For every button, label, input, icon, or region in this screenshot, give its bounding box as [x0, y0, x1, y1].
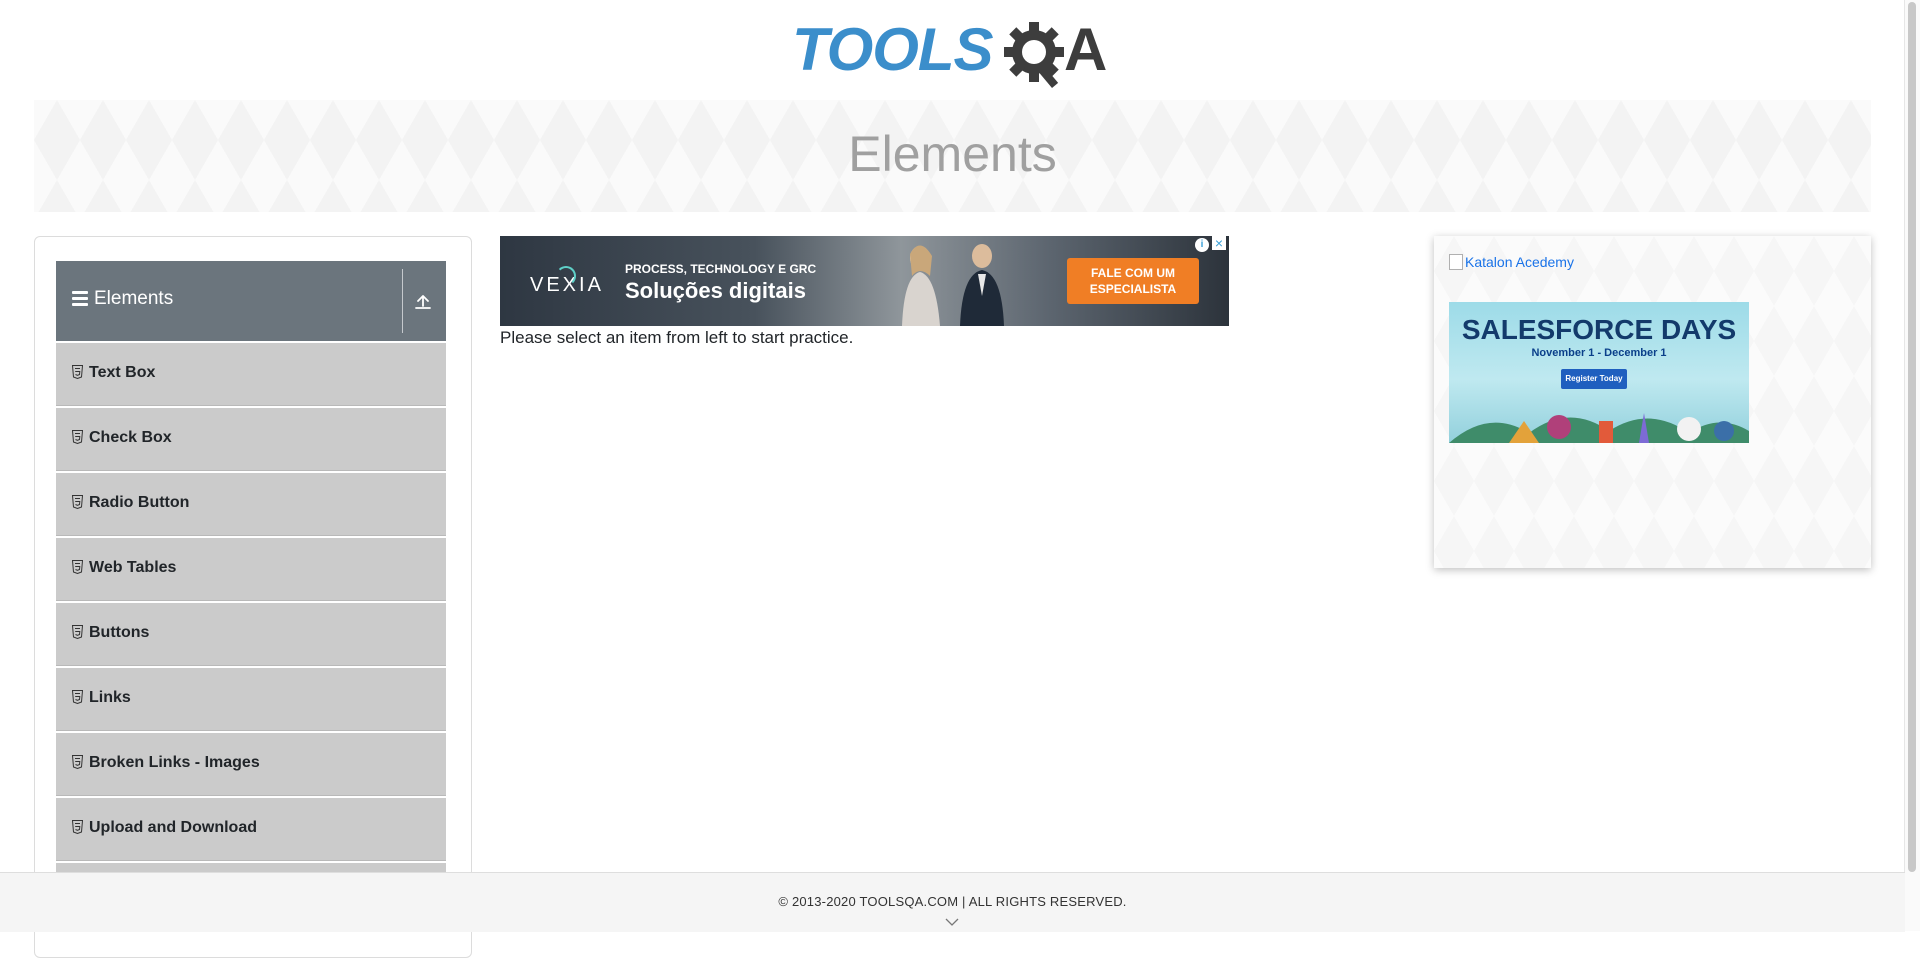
ad-people-image: [902, 244, 1004, 326]
chevron-down-icon[interactable]: [945, 917, 959, 927]
hamburger-icon: [72, 291, 88, 306]
ad-cta-button[interactable]: FALE COM UM ESPECIALISTA: [1067, 258, 1199, 304]
instruction-text: Please select an item from left to start…: [500, 328, 854, 347]
sf-ad-title: SALESFORCE DAYS: [1461, 314, 1737, 345]
logo-letter-a: A: [1064, 16, 1108, 83]
html5-icon: [72, 560, 83, 574]
sidebar-item-text-box[interactable]: Text Box: [56, 343, 446, 406]
sidebar-item-links[interactable]: Links: [56, 668, 446, 731]
katalon-image-alt: Katalon Acedemy: [1465, 254, 1574, 270]
header-divider: [402, 269, 403, 333]
katalon-broken-image-link[interactable]: Katalon Acedemy: [1449, 254, 1574, 270]
html5-icon: [72, 625, 83, 639]
scrollbar-thumb[interactable]: [1908, 2, 1916, 872]
sidebar-item-radio-button[interactable]: Radio Button: [56, 473, 446, 536]
elements-menu: Text Box Check Box Radio Button Web Tabl…: [56, 343, 446, 928]
collapse-up-icon[interactable]: [411, 289, 435, 313]
sf-ad-illustration: [1449, 413, 1749, 443]
salesforce-ad[interactable]: SALESFORCE DAYS November 1 - December 1 …: [1449, 302, 1749, 443]
sidebar-item-label: Text Box: [89, 364, 156, 381]
ad-headline: Soluções digitais: [625, 278, 806, 303]
sidebar-item-label: Buttons: [89, 624, 150, 641]
sf-ad-dates: November 1 - December 1: [1531, 347, 1667, 359]
vexia-ad-banner[interactable]: VEXIA PROCESS, TECHNOLOGY E GRC Soluções…: [500, 236, 1229, 326]
gear-icon: [1004, 22, 1064, 88]
ad-cta-line2: ESPECIALISTA: [1089, 282, 1177, 296]
html5-icon: [72, 820, 83, 834]
vertical-scrollbar[interactable]: [1904, 0, 1920, 931]
logo-text: TOOLS: [792, 16, 994, 83]
sidebar-item-label: Web Tables: [89, 559, 177, 576]
sidebar-item-label: Check Box: [89, 429, 172, 446]
ad-kicker: PROCESS, TECHNOLOGY E GRC: [625, 262, 817, 276]
sidebar-item-label: Upload and Download: [89, 819, 257, 836]
ad-choices-icon[interactable]: i: [1195, 238, 1209, 252]
ad-brand-arc: [556, 266, 576, 286]
close-icon[interactable]: ×: [1212, 236, 1226, 250]
page-footer: © 2013-2020 TOOLSQA.COM | ALL RIGHTS RES…: [0, 872, 1905, 932]
page-banner: Elements: [34, 100, 1871, 212]
sidebar-item-upload-and-download[interactable]: Upload and Download: [56, 798, 446, 861]
sidebar-item-web-tables[interactable]: Web Tables: [56, 538, 446, 601]
sidebar-item-broken-links-images[interactable]: Broken Links - Images: [56, 733, 446, 796]
html5-icon: [72, 365, 83, 379]
html5-icon: [72, 755, 83, 769]
left-sidebar: Elements Text Box Check Box Radio Button…: [34, 236, 472, 958]
ad-cta-line1: FALE COM UM: [1091, 266, 1175, 280]
toolsqa-logo[interactable]: TOOLS A: [792, 14, 1118, 94]
page-title: Elements: [848, 126, 1057, 182]
elements-group-header[interactable]: Elements: [56, 261, 446, 341]
html5-icon: [72, 690, 83, 704]
sidebar-item-label: Broken Links - Images: [89, 754, 260, 771]
html5-icon: [72, 430, 83, 444]
sidebar-item-label: Radio Button: [89, 494, 190, 511]
sf-register-button[interactable]: Register Today: [1561, 369, 1627, 389]
broken-image-icon: [1449, 254, 1463, 270]
sidebar-item-check-box[interactable]: Check Box: [56, 408, 446, 471]
footer-copyright: © 2013-2020 TOOLSQA.COM | ALL RIGHTS RES…: [778, 894, 1127, 909]
sidebar-item-label: Links: [89, 689, 131, 706]
html5-icon: [72, 495, 83, 509]
right-ad-panel: Katalon Acedemy SALESFORCE DAYS November…: [1434, 236, 1871, 568]
sidebar-item-buttons[interactable]: Buttons: [56, 603, 446, 666]
group-title: Elements: [94, 288, 174, 309]
